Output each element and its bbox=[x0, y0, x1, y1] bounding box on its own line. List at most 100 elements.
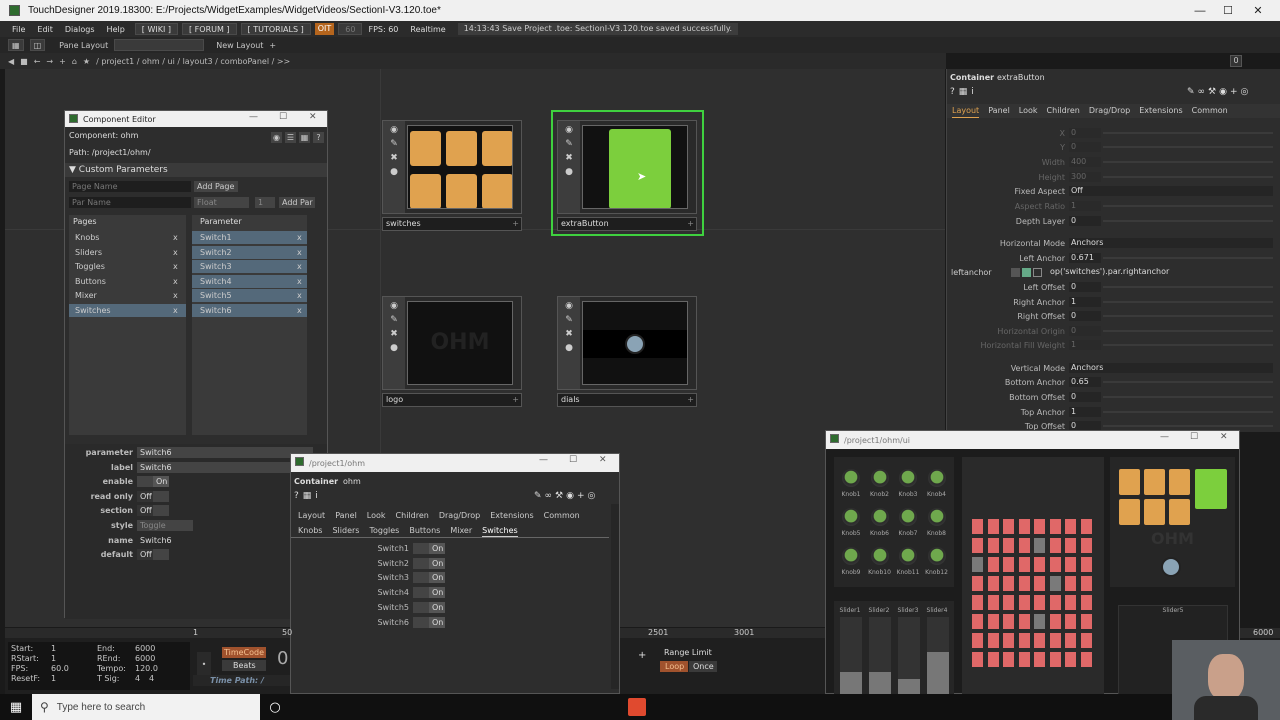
param-slider[interactable] bbox=[1103, 330, 1273, 332]
add-icon[interactable]: + bbox=[59, 57, 66, 66]
subtab-mixer[interactable]: Mixer bbox=[450, 524, 472, 537]
info-icon[interactable]: i bbox=[315, 491, 318, 501]
ui-button-5[interactable] bbox=[1144, 499, 1165, 525]
oit-badge[interactable]: OIT bbox=[314, 23, 335, 35]
remove-icon[interactable]: x bbox=[297, 275, 302, 288]
toggle-cell[interactable] bbox=[1018, 633, 1030, 648]
par-size-dropdown[interactable]: 1 bbox=[255, 197, 275, 208]
knob-dial[interactable] bbox=[842, 547, 860, 565]
timecode-toggle[interactable]: TimeCode bbox=[222, 647, 266, 658]
switch-toggle[interactable]: On bbox=[413, 616, 445, 628]
pane-layout-presets[interactable] bbox=[114, 39, 205, 51]
node-dials[interactable]: ◉ ✎ ✖ ● dials + bbox=[557, 296, 697, 407]
toggle-cell[interactable] bbox=[1049, 576, 1061, 591]
node-switches[interactable]: ◉ ✎ ✖ ● switches + bbox=[382, 120, 522, 231]
toggle-cell[interactable] bbox=[1049, 538, 1061, 553]
toggle-cell[interactable] bbox=[1018, 652, 1030, 667]
param-slider[interactable] bbox=[1103, 176, 1273, 178]
param-field[interactable]: 0.671 bbox=[1069, 253, 1101, 263]
param-item[interactable]: Switch2 bbox=[192, 245, 307, 259]
custom-parameters-header[interactable]: ▼ Custom Parameters bbox=[65, 163, 327, 177]
toggle-cell[interactable] bbox=[1034, 652, 1045, 667]
help-icon[interactable]: ? bbox=[294, 491, 299, 501]
toggle-cell[interactable] bbox=[1018, 576, 1030, 591]
network-path[interactable]: / project1 / ohm / ui / layout3 / comboP… bbox=[96, 57, 290, 66]
toggle-cell[interactable] bbox=[1049, 614, 1061, 629]
close-icon[interactable]: ✕ bbox=[1220, 432, 1228, 442]
toggle-cell[interactable] bbox=[972, 633, 983, 648]
expression-toggle-icon[interactable] bbox=[1033, 268, 1042, 277]
bypass-icon[interactable]: ✖ bbox=[564, 153, 574, 163]
stop-icon[interactable]: ■ bbox=[20, 57, 28, 66]
menu-file[interactable]: File bbox=[6, 25, 31, 34]
python-icon[interactable]: ▦ bbox=[959, 87, 968, 97]
back-icon[interactable]: ← bbox=[34, 57, 41, 66]
switch-toggle[interactable]: On bbox=[413, 601, 445, 613]
remove-icon[interactable]: x bbox=[297, 304, 302, 317]
pane-layout-label[interactable]: Pane Layout bbox=[59, 41, 108, 50]
param-field[interactable]: 1 bbox=[1069, 201, 1101, 211]
knob-dial[interactable] bbox=[899, 469, 917, 487]
toggle-cell[interactable] bbox=[1049, 519, 1061, 534]
ui-button-6[interactable] bbox=[1169, 499, 1190, 525]
toggle-cell[interactable] bbox=[1034, 538, 1045, 553]
toggle-cell[interactable] bbox=[1003, 576, 1014, 591]
toggle-cell[interactable] bbox=[1018, 595, 1030, 610]
subtab-buttons[interactable]: Buttons bbox=[409, 524, 440, 537]
tab-panel[interactable]: Panel bbox=[335, 509, 357, 522]
bypass-icon[interactable]: ✖ bbox=[389, 329, 399, 339]
param-field[interactable]: 400 bbox=[1069, 157, 1101, 167]
remove-icon[interactable]: x bbox=[173, 304, 178, 317]
star-icon[interactable]: ★ bbox=[83, 57, 90, 66]
remove-icon[interactable]: x bbox=[173, 231, 178, 244]
par-name-input[interactable]: Par Name bbox=[69, 197, 191, 208]
windows-start-icon[interactable]: ▦ bbox=[0, 694, 32, 720]
toggle-cell[interactable] bbox=[1003, 595, 1014, 610]
toggle-cell[interactable] bbox=[1018, 519, 1030, 534]
switch-toggle[interactable]: On bbox=[413, 543, 445, 554]
toggle-cell[interactable] bbox=[1003, 614, 1014, 629]
remove-icon[interactable]: x bbox=[173, 246, 178, 259]
remove-icon[interactable]: x bbox=[297, 289, 302, 302]
toggle-cell[interactable] bbox=[1065, 652, 1076, 667]
knob-dial[interactable] bbox=[899, 508, 917, 526]
help-icon[interactable]: ? bbox=[950, 87, 955, 97]
param-field[interactable]: Off bbox=[1069, 186, 1273, 196]
ohm-panel-scrollbar[interactable] bbox=[611, 504, 619, 689]
minimize-icon[interactable]: — bbox=[249, 112, 258, 122]
toggle-cell[interactable] bbox=[1065, 519, 1076, 534]
ui-button-4[interactable] bbox=[1119, 499, 1140, 525]
toggle-cell[interactable] bbox=[1003, 557, 1014, 572]
toggle-cell[interactable] bbox=[972, 614, 983, 629]
toggle-cell[interactable] bbox=[987, 614, 999, 629]
ui-button-3[interactable] bbox=[1169, 469, 1190, 495]
toggle-cell[interactable] bbox=[1003, 633, 1014, 648]
page-item[interactable]: Toggles bbox=[69, 260, 186, 273]
toggle-cell[interactable] bbox=[1018, 557, 1030, 572]
lock-icon[interactable]: ● bbox=[389, 343, 399, 353]
toggle-cell[interactable] bbox=[1065, 538, 1076, 553]
close-icon[interactable]: ✕ bbox=[1243, 0, 1273, 21]
tab-layout[interactable]: Layout bbox=[298, 509, 325, 522]
param-field[interactable]: 1 bbox=[1069, 297, 1101, 307]
tab-extensions[interactable]: Extensions bbox=[490, 509, 533, 522]
toggle-cell[interactable] bbox=[987, 538, 999, 553]
toggle-cell[interactable] bbox=[1049, 557, 1061, 572]
add-icon[interactable]: + bbox=[512, 218, 519, 230]
link-icon[interactable]: ∞ bbox=[545, 491, 553, 501]
add-page-button[interactable]: Add Page bbox=[194, 181, 238, 192]
link-icon[interactable]: ∞ bbox=[1198, 87, 1206, 97]
param-field[interactable]: 0 bbox=[1069, 216, 1101, 226]
lock-icon[interactable]: ● bbox=[389, 167, 399, 177]
toggle-cell[interactable] bbox=[987, 519, 999, 534]
minimize-icon[interactable]: — bbox=[1185, 0, 1215, 21]
param-slider[interactable] bbox=[1103, 132, 1273, 134]
tab-extensions[interactable]: Extensions bbox=[1139, 104, 1182, 118]
target-icon[interactable]: ◎ bbox=[1241, 87, 1249, 97]
toggle-cell[interactable] bbox=[1065, 633, 1076, 648]
toggle-cell[interactable] bbox=[1080, 557, 1092, 572]
label-field[interactable]: Switch6 bbox=[137, 462, 313, 473]
page-item[interactable]: Sliders bbox=[69, 246, 186, 259]
taskbar-search[interactable]: ⚲ Type here to search bbox=[32, 694, 260, 720]
maximize-icon[interactable]: ☐ bbox=[279, 112, 287, 122]
